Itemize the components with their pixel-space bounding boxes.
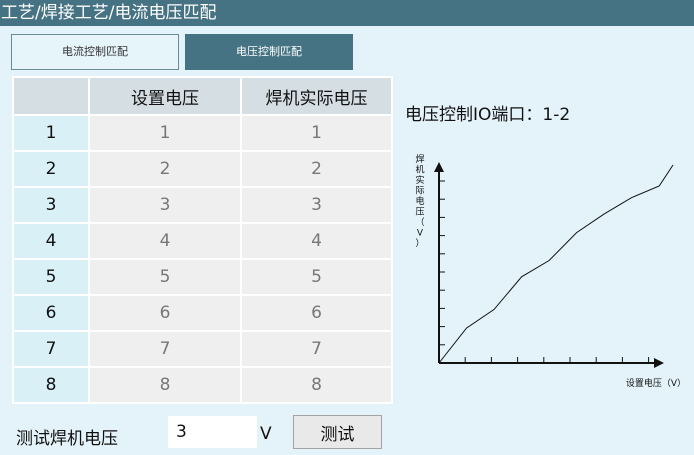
actual-voltage-cell[interactable]: 6 — [240, 294, 393, 332]
y-axis-label-char: （ — [415, 217, 424, 228]
tab-current-control-match[interactable]: 电流控制匹配 — [11, 34, 179, 70]
table-header-corner — [12, 76, 90, 116]
row-index: 8 — [12, 366, 90, 404]
table-row: 7 7 7 — [12, 330, 393, 368]
x-axis-arrow — [654, 358, 664, 368]
voltage-curve-chart: 设置电压（V） 焊机实际电压（V） — [415, 153, 686, 389]
table-row: 3 3 3 — [12, 186, 393, 224]
actual-voltage-cell[interactable]: 4 — [240, 222, 393, 260]
y-axis-label-char: 焊 — [415, 153, 424, 165]
row-index: 5 — [12, 258, 90, 296]
row-index: 7 — [12, 330, 90, 368]
y-axis-label-char: 电 — [415, 195, 424, 207]
io-port-label: 电压控制IO端口： — [405, 105, 543, 125]
y-axis-label-char: ） — [415, 238, 424, 249]
actual-voltage-cell[interactable]: 8 — [240, 366, 393, 404]
y-axis-label-char: 机 — [415, 164, 424, 176]
table-row: 6 6 6 — [12, 294, 393, 332]
actual-voltage-cell[interactable]: 3 — [240, 186, 393, 224]
set-voltage-cell[interactable]: 1 — [88, 114, 242, 152]
table-row: 4 4 4 — [12, 222, 393, 260]
window-title: 工艺/焊接工艺/电流电压匹配 — [0, 0, 694, 26]
set-voltage-cell[interactable]: 3 — [88, 186, 242, 224]
y-axis-arrow — [434, 162, 444, 172]
actual-voltage-cell[interactable]: 7 — [240, 330, 393, 368]
y-axis-label-char: 际 — [415, 186, 424, 197]
table-header-actual-voltage: 焊机实际电压 — [240, 76, 393, 116]
row-index: 2 — [12, 150, 90, 188]
tab-voltage-control-match[interactable]: 电压控制匹配 — [185, 34, 353, 70]
chart-axes — [434, 162, 664, 368]
row-index: 4 — [12, 222, 90, 260]
set-voltage-cell[interactable]: 8 — [88, 366, 242, 404]
test-voltage-label: 测试焊机电压 — [16, 429, 118, 449]
set-voltage-cell[interactable]: 4 — [88, 222, 242, 260]
io-port-value: 1-2 — [542, 105, 571, 125]
row-index: 6 — [12, 294, 90, 332]
voltage-curve-line — [438, 164, 674, 364]
actual-voltage-cell[interactable]: 2 — [240, 150, 393, 188]
y-axis-label: 焊机实际电压（V） — [415, 153, 424, 249]
set-voltage-cell[interactable]: 7 — [88, 330, 242, 368]
table-row: 1 1 1 — [12, 114, 393, 152]
actual-voltage-cell[interactable]: 5 — [240, 258, 393, 296]
table-row: 2 2 2 — [12, 150, 393, 188]
table-header-set-voltage: 设置电压 — [88, 76, 242, 116]
set-voltage-cell[interactable]: 6 — [88, 294, 242, 332]
table-row: 8 8 8 — [12, 366, 393, 404]
set-voltage-cell[interactable]: 5 — [88, 258, 242, 296]
table-row: 5 5 5 — [12, 258, 393, 296]
voltage-match-table: 设置电压 焊机实际电压 1 1 1 2 2 2 3 3 3 4 4 4 5 5 … — [12, 76, 393, 404]
table-header-row: 设置电压 焊机实际电压 — [12, 76, 393, 116]
test-button[interactable]: 测试 — [293, 415, 382, 449]
actual-voltage-cell[interactable]: 1 — [240, 114, 393, 152]
y-axis-label-char: 实 — [415, 174, 424, 186]
test-voltage-unit: V — [260, 424, 272, 444]
set-voltage-cell[interactable]: 2 — [88, 150, 242, 188]
row-index: 1 — [12, 114, 90, 152]
y-axis-label-char: 压 — [415, 207, 424, 218]
y-axis-label-char: V — [417, 229, 424, 239]
test-voltage-input[interactable] — [168, 416, 257, 448]
x-axis-label: 设置电压（V） — [626, 377, 686, 389]
row-index: 3 — [12, 186, 90, 224]
io-port-readout: 电压控制IO端口：1-2 — [405, 100, 570, 125]
